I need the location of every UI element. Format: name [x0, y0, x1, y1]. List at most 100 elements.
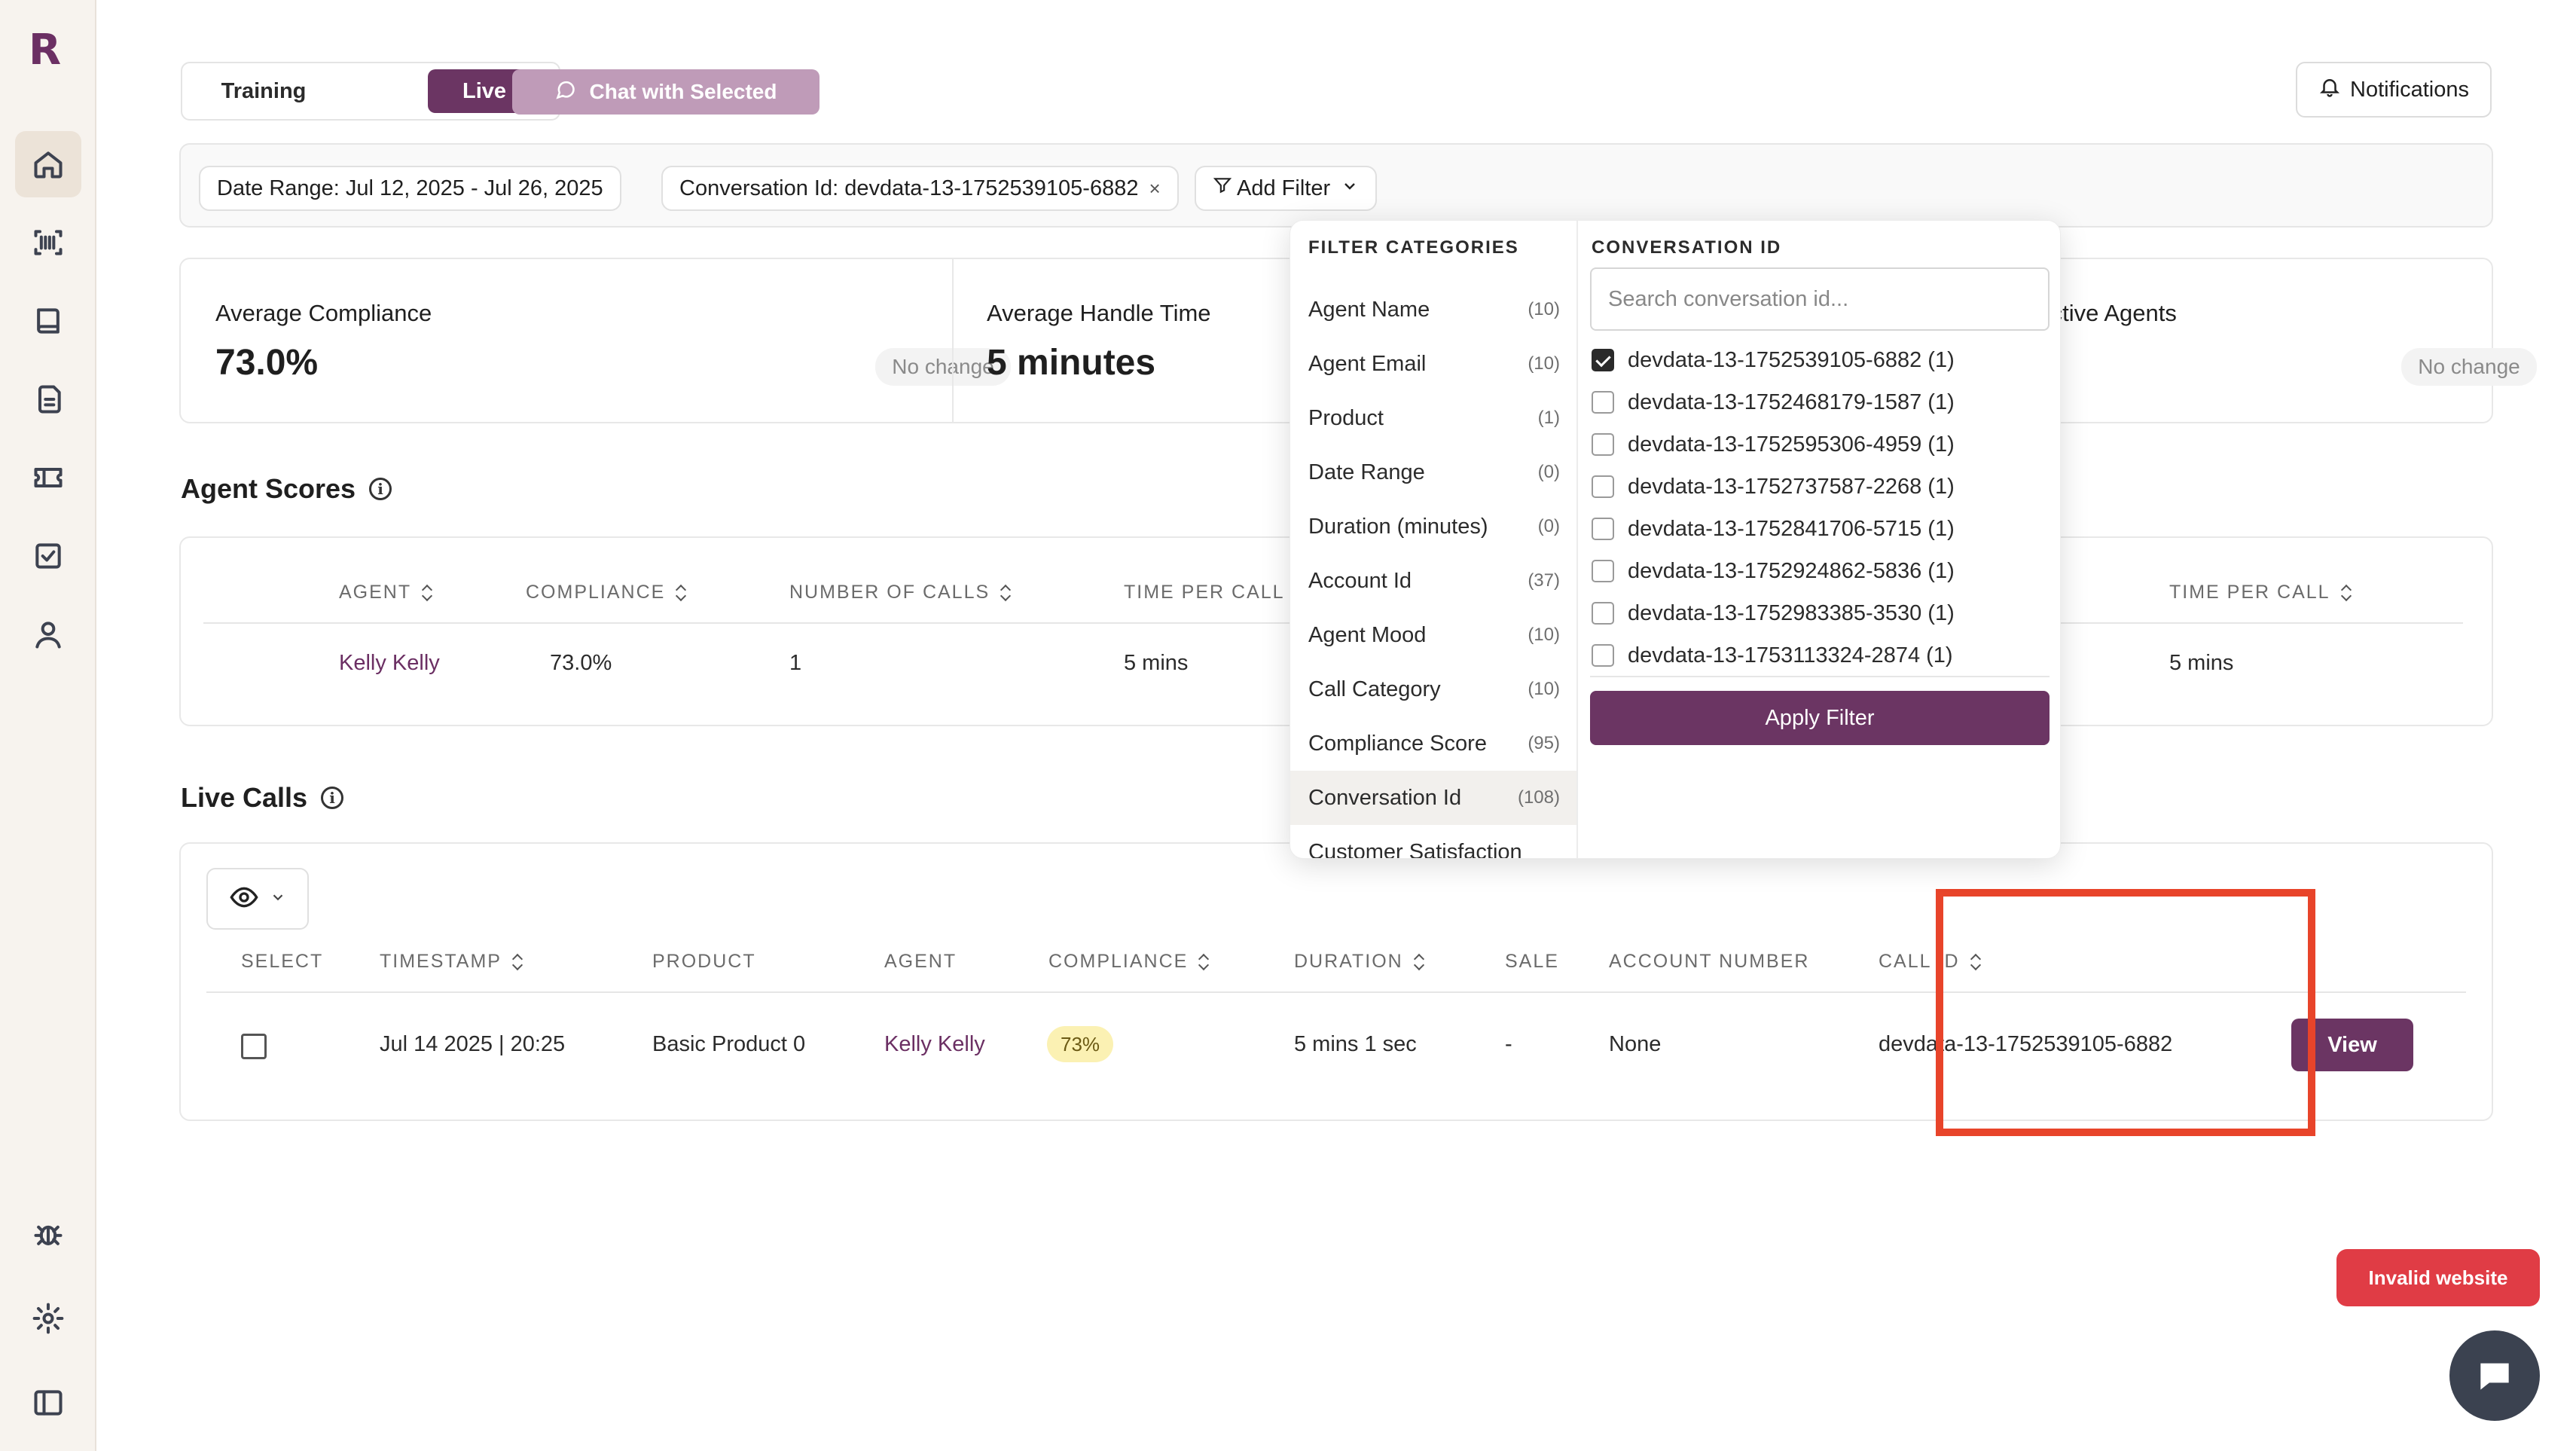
apply-filter-button[interactable]: Apply Filter — [1590, 691, 2050, 745]
option-checkbox[interactable] — [1592, 644, 1614, 667]
home-icon[interactable] — [15, 131, 81, 197]
date-range-chip[interactable]: Date Range: Jul 12, 2025 - Jul 26, 2025 — [199, 166, 621, 211]
invalid-website-badge[interactable]: Invalid website — [2336, 1249, 2540, 1306]
category-call-category[interactable]: Call Category (10) — [1290, 662, 1576, 716]
category-agent-name[interactable]: Agent Name (10) — [1290, 283, 1576, 337]
eye-icon — [229, 882, 259, 916]
option-checkbox[interactable] — [1592, 349, 1614, 371]
chat-with-selected-button[interactable]: Chat with Selected — [512, 69, 819, 115]
column-sale: SALE — [1505, 951, 1559, 973]
option-label: devdata-13-1752983385-3530 (1) — [1628, 600, 1955, 625]
notifications-button[interactable]: Notifications — [2296, 62, 2492, 118]
close-icon[interactable]: × — [1149, 177, 1160, 200]
column-product: PRODUCT — [652, 951, 756, 973]
option-checkbox[interactable] — [1592, 391, 1614, 414]
column-agent[interactable]: AGENT — [339, 582, 432, 603]
option-checkbox[interactable] — [1592, 560, 1614, 582]
category-customer-satisfaction[interactable]: Customer Satisfaction — [1290, 825, 1576, 859]
notifications-label: Notifications — [2350, 77, 2469, 102]
option-item[interactable]: devdata-13-1753113324-2874 (1) — [1592, 635, 1953, 676]
column-agent-label: AGENT — [884, 951, 957, 972]
stats-divider — [952, 259, 954, 422]
option-checkbox[interactable] — [1592, 475, 1614, 498]
category-name: Customer Satisfaction — [1308, 839, 1522, 859]
gear-icon[interactable] — [15, 1285, 81, 1352]
option-checkbox[interactable] — [1592, 518, 1614, 540]
filter-categories-heading: FILTER CATEGORIES — [1308, 237, 1519, 258]
conversation-id-chip-label: Conversation Id: devdata-13-1752539105-6… — [679, 176, 1139, 200]
option-item[interactable]: devdata-13-1752841706-5715 (1) — [1592, 509, 1955, 549]
column-account-number: ACCOUNT NUMBER — [1609, 951, 1809, 973]
info-icon[interactable]: i — [321, 787, 344, 809]
category-count: (10) — [1528, 679, 1560, 699]
bug-icon[interactable] — [15, 1201, 81, 1267]
category-date-range[interactable]: Date Range (0) — [1290, 445, 1576, 499]
chevron-down-icon — [1341, 176, 1359, 201]
book-icon[interactable] — [15, 288, 81, 354]
filter-categories-panel: FILTER CATEGORIES Agent Name (10) Agent E… — [1290, 221, 1578, 859]
option-item[interactable]: devdata-13-1752737587-2268 (1) — [1592, 466, 1955, 507]
option-label: devdata-13-1752841706-5715 (1) — [1628, 516, 1955, 541]
column-compliance-label: COMPLIANCE — [526, 582, 666, 603]
agent-scores-agent-link[interactable]: Kelly Kelly — [339, 651, 440, 676]
column-sale-label: SALE — [1505, 951, 1559, 972]
column-compliance[interactable]: COMPLIANCE — [1048, 951, 1209, 973]
ticket-icon[interactable] — [15, 444, 81, 511]
option-item[interactable]: devdata-13-1752539105-6882 (1) — [1592, 340, 1955, 380]
documents-icon[interactable] — [15, 366, 81, 432]
avg-handle-value: 5 minutes — [987, 343, 1156, 383]
user-icon[interactable] — [15, 601, 81, 667]
category-agent-mood[interactable]: Agent Mood (10) — [1290, 608, 1576, 662]
category-name: Compliance Score — [1308, 731, 1487, 756]
category-name: Date Range — [1308, 460, 1425, 484]
column-product-label: PRODUCT — [652, 951, 756, 972]
conversation-search-input[interactable]: Search conversation id... — [1590, 267, 2050, 331]
option-item[interactable]: devdata-13-1752595306-4959 (1) — [1592, 424, 1955, 465]
category-product[interactable]: Product (1) — [1290, 391, 1576, 445]
category-account-id[interactable]: Account Id (37) — [1290, 554, 1576, 608]
category-count: (1) — [1537, 408, 1560, 428]
column-visibility-button[interactable] — [206, 868, 309, 930]
row-agent-link[interactable]: Kelly Kelly — [884, 1032, 985, 1057]
bell-icon — [2318, 75, 2341, 104]
row-select-checkbox[interactable] — [241, 1034, 267, 1059]
option-checkbox[interactable] — [1592, 433, 1614, 456]
app-logo[interactable]: R — [29, 29, 66, 72]
mode-training-button[interactable]: Training — [188, 69, 339, 113]
barcode-icon[interactable] — [15, 209, 81, 276]
category-name: Agent Name — [1308, 297, 1430, 322]
category-name: Agent Email — [1308, 351, 1427, 376]
column-time-per-call-2[interactable]: TIME PER CALL — [2169, 582, 2352, 603]
category-name: Conversation Id — [1308, 785, 1462, 810]
add-filter-button[interactable]: Add Filter — [1195, 166, 1378, 211]
column-time-per-call[interactable]: TIME PER CALL — [1124, 582, 1285, 603]
row-account-number: None — [1609, 1032, 1662, 1056]
category-duration[interactable]: Duration (minutes) (0) — [1290, 499, 1576, 554]
category-compliance-score[interactable]: Compliance Score (95) — [1290, 716, 1576, 771]
sort-icon — [422, 584, 432, 602]
column-duration[interactable]: DURATION — [1294, 951, 1424, 973]
category-count: (95) — [1528, 733, 1560, 753]
column-compliance[interactable]: COMPLIANCE — [526, 582, 686, 603]
sidebar-toggle-icon[interactable] — [15, 1370, 81, 1436]
agent-scores-time-per-call-2: 5 mins — [2169, 651, 2234, 675]
option-item[interactable]: devdata-13-1752468179-1587 (1) — [1592, 382, 1955, 423]
category-name: Agent Mood — [1308, 622, 1427, 647]
column-number-of-calls[interactable]: NUMBER OF CALLS — [789, 582, 1011, 603]
category-agent-email[interactable]: Agent Email (10) — [1290, 337, 1576, 391]
column-timestamp[interactable]: TIMESTAMP — [380, 951, 523, 973]
category-count: (0) — [1537, 462, 1560, 482]
compliance-badge: 73% — [1047, 1026, 1114, 1062]
info-icon[interactable]: i — [369, 478, 392, 500]
conversation-id-chip[interactable]: Conversation Id: devdata-13-1752539105-6… — [661, 166, 1179, 211]
support-chat-icon[interactable] — [2449, 1330, 2540, 1421]
checklist-icon[interactable] — [15, 523, 81, 589]
sort-icon — [1198, 953, 1209, 971]
sort-icon — [676, 584, 686, 602]
category-conversation-id[interactable]: Conversation Id (108) — [1290, 771, 1576, 825]
filter-bar: Date Range: Jul 12, 2025 - Jul 26, 2025 … — [179, 143, 2493, 228]
option-checkbox[interactable] — [1592, 602, 1614, 625]
category-count: (0) — [1537, 516, 1560, 536]
option-item[interactable]: devdata-13-1752983385-3530 (1) — [1592, 593, 1955, 634]
option-item[interactable]: devdata-13-1752924862-5836 (1) — [1592, 551, 1955, 591]
